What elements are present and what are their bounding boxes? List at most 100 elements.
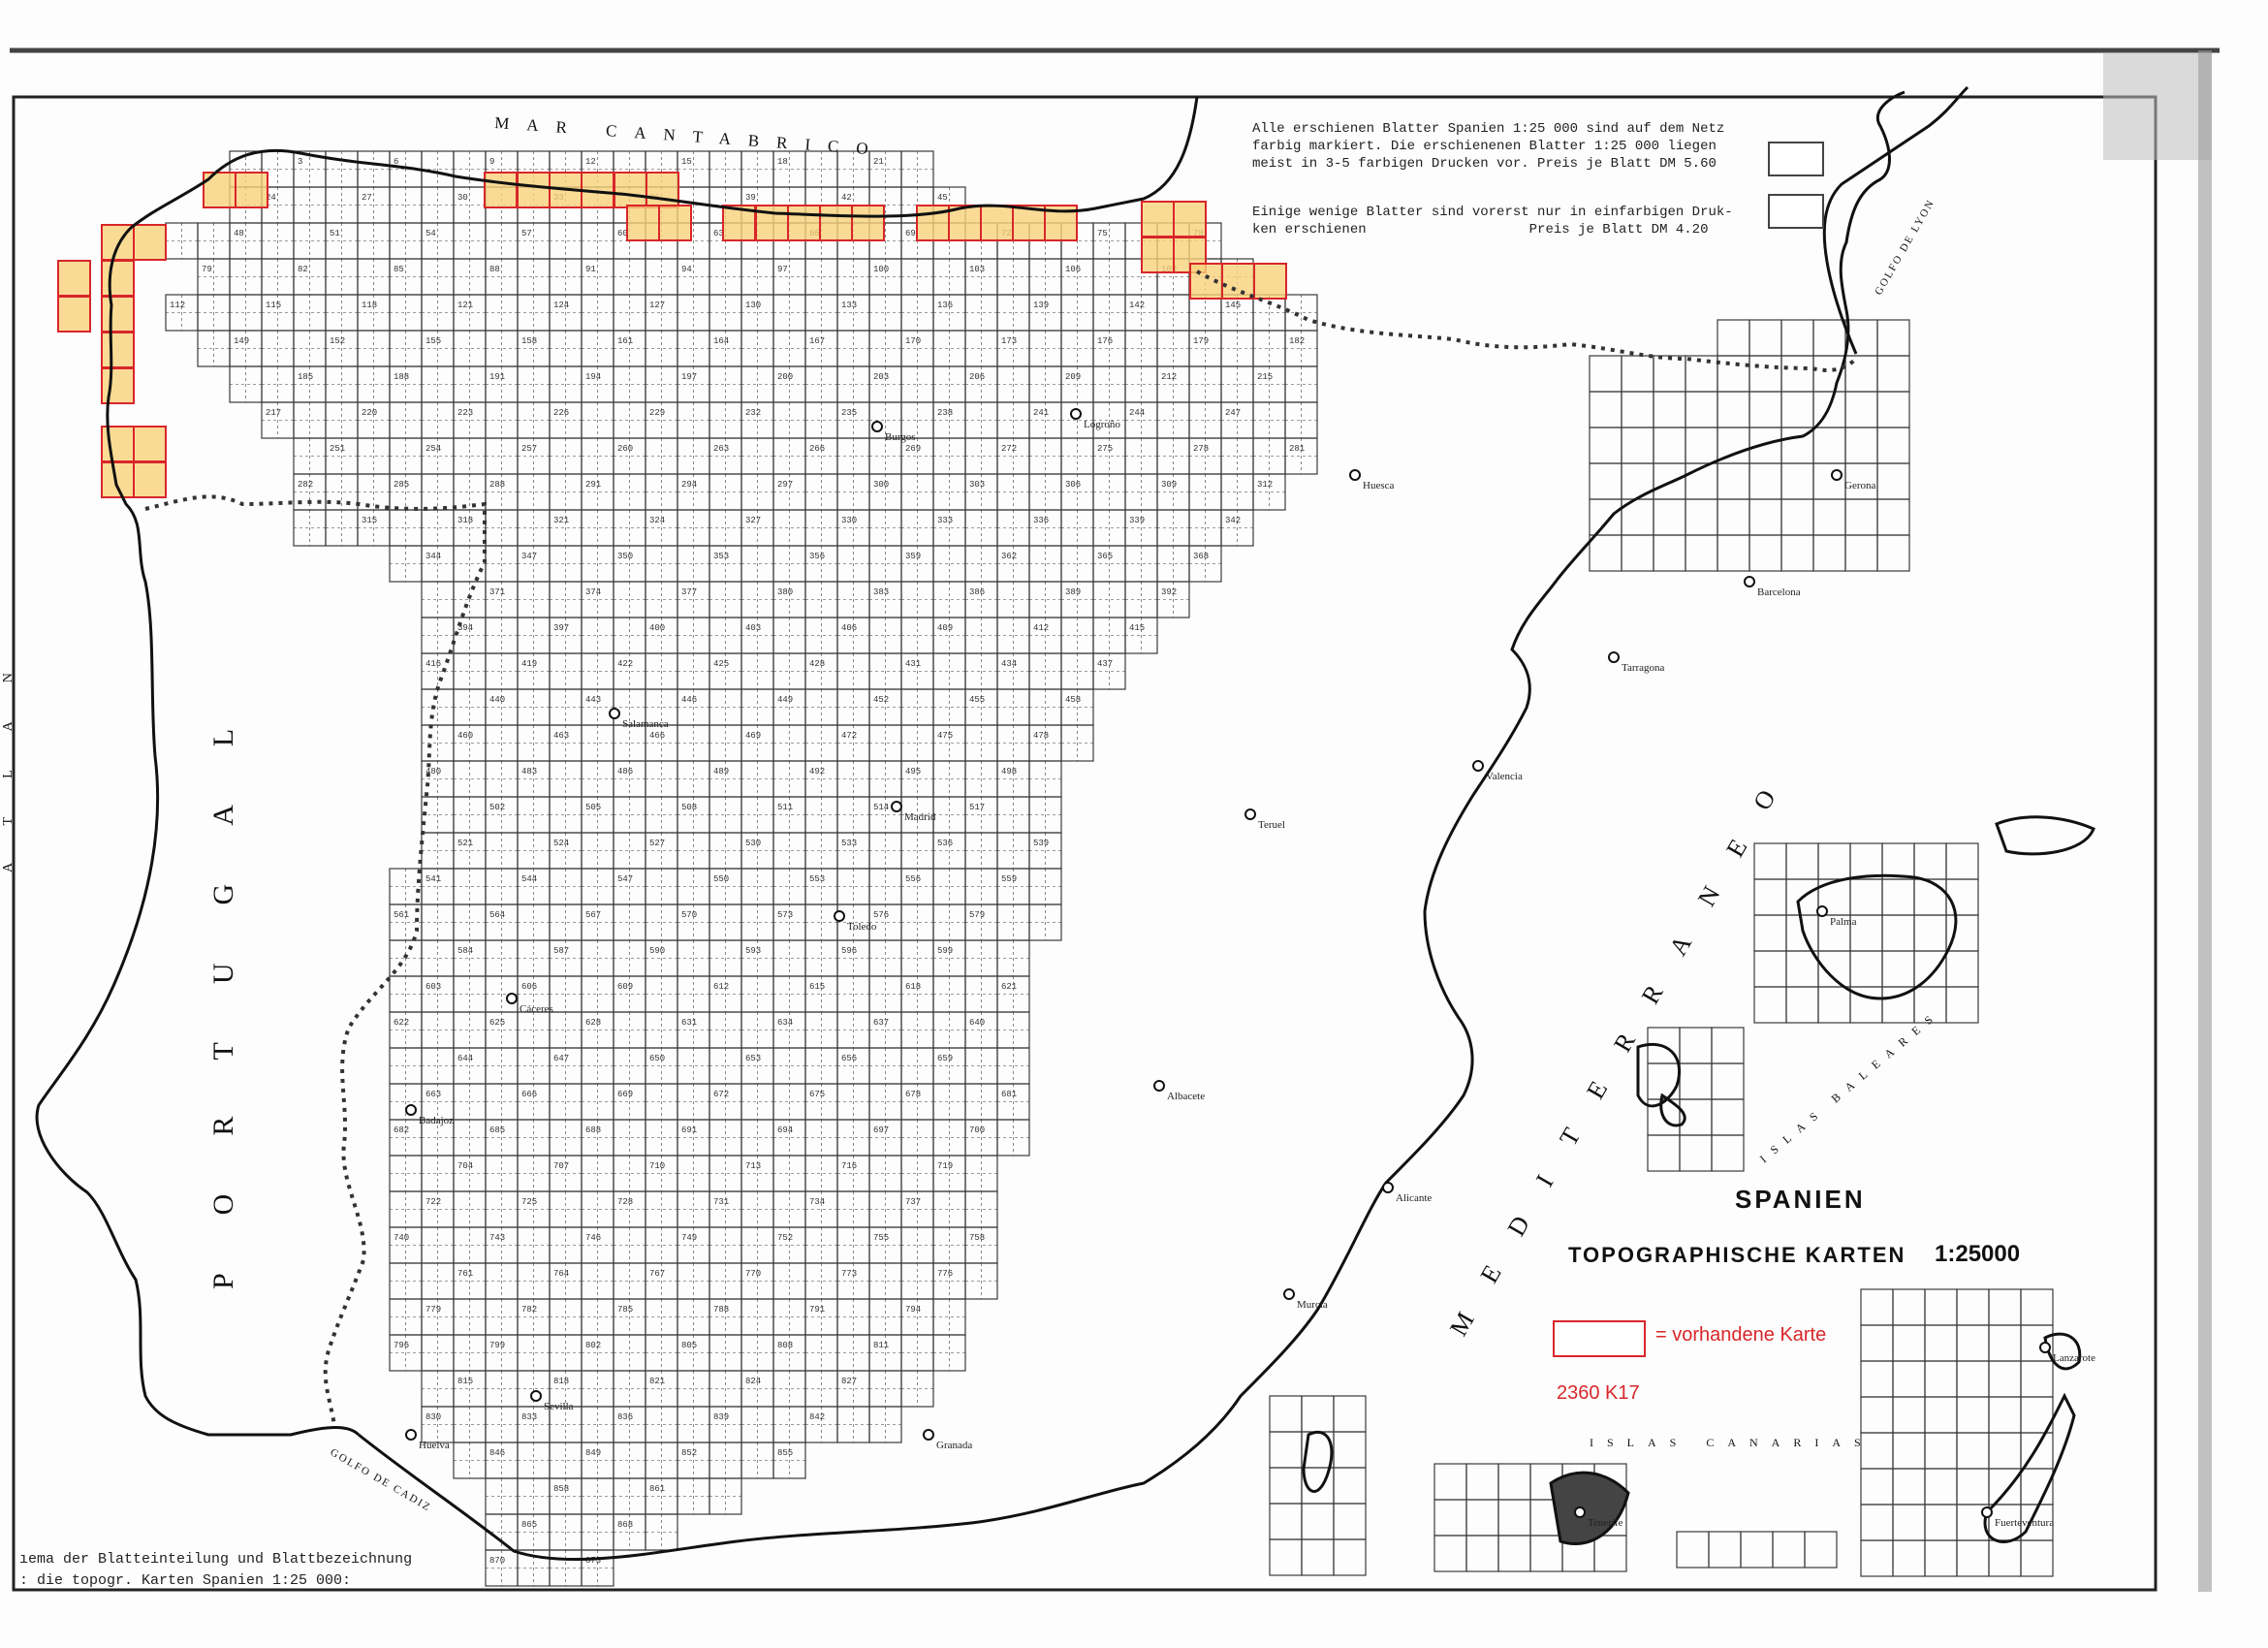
grid-sheet-number: 498 (1001, 767, 1017, 776)
grid-sheet-number: 559 (1001, 874, 1017, 884)
grid-sheet-number: 412 (1033, 623, 1049, 633)
grid-sheet-canarias (1892, 1396, 1926, 1434)
grid-sheet-number: 599 (937, 946, 953, 956)
grid-sheet (1780, 462, 1814, 500)
grid-sheet-number: 88 (489, 265, 500, 274)
grid-sheet-number: 428 (809, 659, 825, 669)
city-label: Huesca (1363, 480, 1394, 491)
city-label: Salamanca (622, 718, 669, 730)
grid-sheet-number: 215 (1257, 372, 1273, 382)
available-sheet-swatch (1553, 1320, 1646, 1357)
grid-sheet-number: 713 (745, 1161, 761, 1171)
grid-sheet (1876, 534, 1910, 572)
grid-sheet-canarias (1860, 1324, 1894, 1362)
grid-sheet-number: 609 (617, 982, 633, 992)
city-marker (891, 801, 902, 812)
grid-sheet (1748, 427, 1782, 464)
grid-sheet-number: 118 (362, 301, 377, 310)
map-scale: 1:25000 (1935, 1241, 2021, 1267)
grid-sheet-number: 406 (841, 623, 857, 633)
grid-sheet-number: 12 (585, 157, 596, 167)
grid-sheet-number: 254 (425, 444, 441, 454)
grid-sheet-number: 226 (553, 408, 569, 418)
grid-sheet (1653, 355, 1686, 393)
grid-sheet-number: 121 (457, 301, 473, 310)
grid-sheet-number: 836 (617, 1412, 633, 1422)
grid-sheet-canarias (1924, 1360, 1958, 1398)
grid-sheet-number: 392 (1161, 587, 1177, 597)
grid-sheet-canarias (1988, 1539, 2022, 1577)
grid-sheet-canarias (1956, 1324, 1990, 1362)
grid-sheet (1589, 462, 1622, 500)
available-sheet-cell (101, 461, 135, 498)
city-marker (1244, 808, 1256, 820)
grid-sheet-number: 469 (745, 731, 761, 741)
grid-sheet-number: 612 (713, 982, 729, 992)
grid-sheet-number: 647 (553, 1054, 569, 1063)
grid-sheet-number: 625 (489, 1018, 505, 1028)
available-sheet-cell (1253, 263, 1287, 300)
grid-sheet-number: 15 (681, 157, 692, 167)
city-label: Cáceres (520, 1003, 553, 1015)
grid-sheet-canarias (1860, 1360, 1894, 1398)
grid-sheet-number: 539 (1033, 839, 1049, 848)
grid-sheet-number: 618 (905, 982, 921, 992)
available-sheet-cell (101, 332, 135, 368)
available-sheet-cell (101, 260, 135, 297)
grid-sheet-canarias (1924, 1539, 1958, 1577)
grid-sheet-number: 704 (457, 1161, 473, 1171)
map-title: SPANIEN (1735, 1185, 1866, 1214)
grid-sheet-canarias (1333, 1431, 1367, 1469)
grid-sheet (1717, 534, 1750, 572)
grid-sheet (1780, 391, 1814, 428)
grid-sheet-baleares (1711, 1062, 1745, 1100)
grid-sheet-number: 3 (298, 157, 302, 167)
available-sheet-label: = vorhandene Karte (1655, 1324, 1827, 1346)
grid-sheet-number: 870 (489, 1556, 505, 1566)
grid-sheet (1685, 498, 1718, 536)
grid-sheet-baleares (1785, 986, 1819, 1024)
city-marker (871, 421, 883, 432)
grid-sheet-baleares (1913, 878, 1947, 916)
grid-sheet-baleares (1945, 842, 1979, 880)
grid-sheet-canarias (1956, 1468, 1990, 1505)
grid-sheet-number: 455 (969, 695, 985, 705)
city-label: Huelva (419, 1440, 450, 1451)
grid-sheet-number: 584 (457, 946, 473, 956)
grid-sheet-number: 297 (777, 480, 793, 490)
grid-sheet (1876, 498, 1910, 536)
grid-sheet-number: 238 (937, 408, 953, 418)
grid-sheet-number: 593 (745, 946, 761, 956)
grid-sheet-number: 570 (681, 910, 697, 920)
grid-sheet-number: 217 (266, 408, 281, 418)
city-marker (1472, 760, 1484, 772)
grid-sheet-number: 85 (394, 265, 404, 274)
grid-sheet-number: 179 (1193, 336, 1209, 346)
grid-sheet-number: 377 (681, 587, 697, 597)
grid-sheet-number: 791 (809, 1305, 825, 1315)
grid-sheet-number: 251 (330, 444, 345, 454)
grid-sheet-number: 811 (873, 1341, 889, 1350)
grid-sheet-number: 517 (969, 803, 985, 812)
grid-sheet-number: 640 (969, 1018, 985, 1028)
grid-sheet-number: 761 (457, 1269, 473, 1279)
grid-sheet-number: 235 (841, 408, 857, 418)
grid-sheet-number: 164 (713, 336, 729, 346)
grid-sheet (1812, 498, 1846, 536)
city-label: Fuerteventura (1995, 1517, 2054, 1529)
legend-box-colored (1768, 142, 1824, 176)
city-label: Valencia (1486, 771, 1523, 782)
grid-sheet-canarias (1497, 1463, 1531, 1501)
grid-sheet-number: 587 (553, 946, 569, 956)
grid-sheet-number: 663 (425, 1090, 441, 1099)
grid-sheet (1748, 534, 1782, 572)
grid-sheet-number: 431 (905, 659, 921, 669)
grid-sheet-number: 336 (1033, 516, 1049, 525)
grid-sheet-canarias (1924, 1504, 1958, 1541)
grid-sheet-number: 852 (681, 1448, 697, 1458)
grid-sheet-number: 621 (1001, 982, 1017, 992)
grid-sheet-number: 830 (425, 1412, 441, 1422)
grid-sheet-canarias (1269, 1431, 1303, 1469)
grid-sheet (1717, 462, 1750, 500)
grid-sheet-number: 300 (873, 480, 889, 490)
